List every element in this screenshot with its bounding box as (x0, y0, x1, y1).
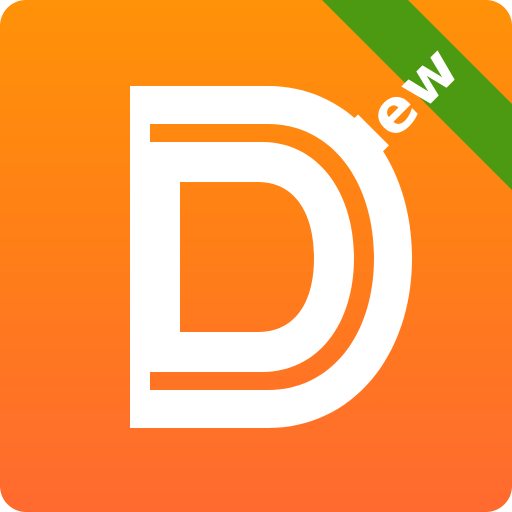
letter-d-inner (150, 142, 354, 372)
app-icon[interactable]: New (0, 0, 512, 512)
